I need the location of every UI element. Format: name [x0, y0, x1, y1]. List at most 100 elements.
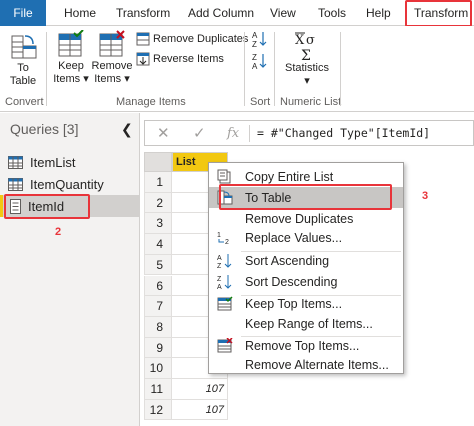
menu-item-keep-range-of-items[interactable]: Keep Range of Items... [209, 313, 403, 334]
sort-descending-icon: Z A [252, 53, 267, 70]
group-label-numeric-list: Numeric List [280, 96, 342, 108]
menu-item-remove-alternate-items[interactable]: Remove Alternate Items... [209, 354, 403, 375]
group-label-convert: Convert [5, 96, 44, 108]
tab-add-column[interactable]: Add Column [188, 0, 254, 26]
menu-item-label: Copy Entire List [245, 169, 334, 184]
cancel-icon[interactable]: ✕ [157, 124, 170, 142]
grid-corner [144, 152, 172, 172]
query-item-itemid[interactable]: ItemId [0, 195, 139, 217]
to-table-label-2: Table [9, 75, 37, 87]
collapse-pane-icon[interactable]: ❮ [121, 121, 133, 138]
to-table-button[interactable]: To Table [4, 30, 42, 88]
statistics-label: Statistics [284, 62, 329, 74]
keep-items-button[interactable]: Keep Items ▾ [52, 30, 90, 86]
query-item-itemquantity[interactable]: ItemQuantity [0, 173, 139, 195]
keep-items-icon [58, 30, 84, 57]
menu-item-remove-duplicates[interactable]: Remove Duplicates [209, 208, 403, 229]
menu-item-to-table[interactable]: To Table [209, 187, 403, 208]
statistics-button[interactable]: X σ Σ Statistics ▾ [284, 30, 330, 88]
fx-icon[interactable]: fx [227, 126, 239, 141]
row-number: 8 [144, 316, 172, 338]
keep-top-items-icon [217, 296, 233, 311]
tab-transform[interactable]: Transform [116, 0, 170, 26]
list-icon [10, 198, 21, 214]
menu-item-label: To Table [245, 190, 292, 205]
remove-items-label-1: Remove [91, 60, 133, 72]
menu-item-remove-top-items[interactable]: Remove Top Items... [209, 335, 403, 356]
svg-text:A: A [252, 31, 258, 40]
tab-view[interactable]: View [270, 0, 296, 26]
menu-item-label: Remove Top Items... [245, 338, 360, 353]
remove-duplicates-button[interactable]: Remove Duplicates [136, 32, 248, 46]
remove-items-label-2: Items ▾ [94, 73, 130, 85]
tab-help[interactable]: Help [366, 0, 391, 26]
context-menu: Copy Entire List To Table Remove Duplica… [208, 162, 404, 374]
sort-ascending-icon: A Z [217, 254, 232, 269]
cell-value[interactable]: 107 [172, 399, 228, 421]
svg-text:Z: Z [252, 53, 257, 62]
sort-descending-icon: Z A [217, 275, 232, 290]
menu-item-label: Sort Ascending [245, 253, 330, 268]
svg-text:2: 2 [225, 239, 229, 245]
query-item-itemlist[interactable]: ItemList [0, 151, 139, 173]
row-number: 3 [144, 213, 172, 235]
group-separator [244, 32, 245, 106]
svg-text:1: 1 [217, 232, 221, 239]
queries-pane: Queries [3] ❮ ItemList ItemQuantity Item… [0, 113, 140, 426]
menu-item-label: Remove Alternate Items... [245, 357, 389, 372]
svg-text:σ: σ [306, 33, 315, 48]
remove-duplicates-label: Remove Duplicates [153, 33, 249, 45]
sort-ascending-ribbon-button[interactable]: A Z [252, 30, 268, 48]
svg-text:A: A [217, 284, 222, 290]
group-label-manage-items: Manage Items [116, 96, 186, 108]
row-number: 9 [144, 337, 172, 359]
remove-items-icon [99, 30, 125, 57]
menu-item-label: Remove Duplicates [245, 211, 354, 226]
remove-items-button[interactable]: Remove Items ▾ [92, 30, 132, 86]
sort-descending-ribbon-button[interactable]: Z A [252, 52, 268, 70]
table-row[interactable]: 11 107 [144, 379, 228, 400]
svg-text:A: A [252, 62, 258, 70]
tab-list-transform[interactable]: Transform [414, 0, 468, 26]
svg-text:X: X [295, 33, 305, 48]
menu-item-keep-top-items[interactable]: Keep Top Items... [209, 293, 403, 314]
row-number: 4 [144, 234, 172, 255]
reverse-items-label: Reverse Items [153, 53, 224, 65]
cell-value[interactable]: 107 [172, 379, 228, 400]
formula-input[interactable]: = #"Changed Type"[ItemId] [257, 126, 430, 140]
file-menu[interactable]: File [0, 0, 46, 26]
table-row[interactable]: 12 107 [144, 399, 228, 421]
menu-item-sort-descending[interactable]: Z A Sort Descending [209, 271, 403, 292]
statistics-dropdown-icon: ▾ [304, 75, 310, 87]
svg-text:Σ: Σ [301, 48, 311, 62]
group-label-sort: Sort [250, 96, 271, 108]
reverse-items-button[interactable]: Reverse Items [136, 52, 224, 66]
to-table-label-1: To [17, 62, 29, 74]
queries-title: Queries [3] [10, 121, 79, 137]
annotation-number-2: 2 [55, 226, 62, 238]
query-item-label: ItemQuantity [30, 176, 104, 192]
confirm-icon[interactable]: ✓ [193, 124, 206, 142]
row-number: 6 [144, 275, 172, 297]
tab-home[interactable]: Home [64, 0, 96, 26]
menu-item-copy-entire-list[interactable]: Copy Entire List [209, 166, 403, 187]
tab-tools[interactable]: Tools [318, 0, 346, 26]
menu-item-label: Keep Range of Items... [245, 316, 373, 331]
menu-item-label: Sort Descending [245, 274, 338, 289]
replace-values-icon: 1 2 [217, 232, 229, 245]
menu-item-label: Keep Top Items... [245, 296, 343, 311]
row-number: 10 [144, 358, 172, 379]
svg-text:Z: Z [217, 276, 222, 283]
menu-item-replace-values[interactable]: 1 2 Replace Values... [209, 227, 403, 248]
to-table-icon [217, 190, 233, 205]
query-item-label: ItemList [30, 154, 76, 170]
group-separator [340, 32, 341, 106]
query-item-label: ItemId [28, 198, 65, 214]
keep-items-label-2: Items ▾ [53, 73, 89, 85]
remove-top-items-icon [217, 338, 233, 353]
table-icon [8, 155, 23, 169]
svg-text:A: A [217, 255, 222, 262]
menu-item-sort-ascending[interactable]: A Z Sort Ascending [209, 250, 403, 271]
svg-text:Z: Z [252, 40, 257, 48]
menu-bar: File Home Transform Add Column View Tool… [0, 0, 474, 26]
